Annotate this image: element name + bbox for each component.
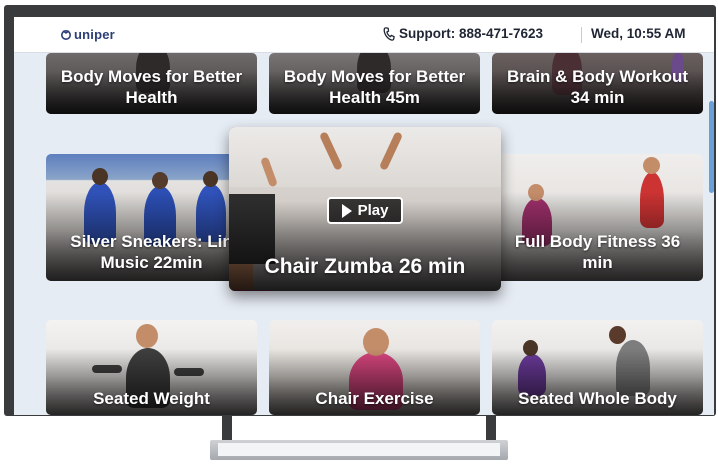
video-card[interactable]: Seated Whole Body	[492, 320, 703, 415]
tv-frame: uniper Support: 888-471-7623 Wed, 10:55 …	[4, 5, 716, 416]
video-card[interactable]: Chair Exercise	[269, 320, 480, 415]
video-card[interactable]: Seated Weight	[46, 320, 257, 415]
featured-video-title: Chair Zumba 26 min	[264, 255, 466, 278]
brand-name: uniper	[74, 27, 115, 42]
scrollbar[interactable]	[708, 53, 714, 415]
video-card[interactable]: Body Moves for Better Health	[46, 53, 257, 114]
video-card[interactable]: Brain & Body Workout 34 min	[492, 53, 703, 114]
video-card[interactable]: Silver Sneakers: Lin Music 22min	[46, 154, 257, 281]
date-time: Wed, 10:55 AM	[591, 26, 686, 41]
tv-stand-leg-right	[486, 415, 496, 442]
featured-video-card[interactable]: Play Chair Zumba 26 min	[229, 127, 501, 291]
video-title: Seated Whole Body	[518, 389, 677, 408]
video-title: Brain & Body Workout 34 min	[506, 67, 689, 107]
play-label: Play	[357, 202, 389, 219]
video-title: Silver Sneakers: Lin Music 22min	[70, 232, 233, 272]
top-bar: uniper Support: 888-471-7623 Wed, 10:55 …	[14, 17, 714, 53]
brand-logo: uniper	[60, 27, 115, 42]
video-title: Body Moves for Better Health	[60, 67, 243, 107]
video-card[interactable]: Full Body Fitness 36 min	[492, 154, 703, 281]
play-icon	[341, 203, 352, 218]
phone-icon	[383, 26, 395, 41]
tv-stand-leg-left	[222, 415, 232, 442]
video-card[interactable]: Body Moves for Better Health 45m	[269, 53, 480, 114]
scrollbar-thumb[interactable]	[709, 101, 714, 193]
video-title: Body Moves for Better Health 45m	[283, 67, 466, 107]
tv-stand-base-highlight	[218, 443, 500, 456]
uniper-logo-icon	[61, 29, 71, 40]
support-text: Support: 888-471-7623	[399, 26, 544, 41]
support-line: Support: 888-471-7623	[382, 26, 543, 41]
video-title: Full Body Fitness 36 min	[514, 232, 681, 272]
header-divider	[581, 27, 582, 43]
video-title: Chair Exercise	[315, 389, 434, 408]
video-title: Seated Weight	[93, 389, 210, 408]
play-button[interactable]: Play	[327, 197, 403, 224]
tv-screen: uniper Support: 888-471-7623 Wed, 10:55 …	[14, 17, 714, 415]
